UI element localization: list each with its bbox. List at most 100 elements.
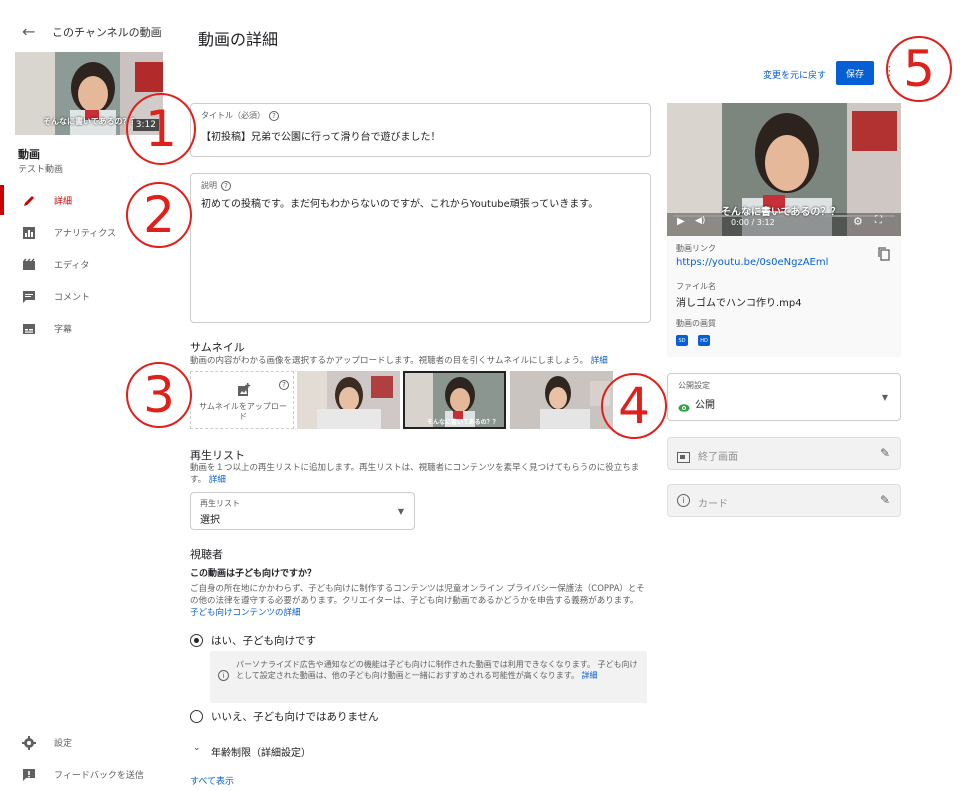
save-button[interactable]: 保存 [836,61,874,85]
sidebar-item-label: フィードバックを送信 [54,770,144,781]
copy-icon[interactable] [878,246,890,265]
sidebar-item-label: コメント [54,292,91,303]
description-input[interactable]: 初めての投稿です。まだ何もわからないのですが、これからYoutube頑張っていき… [201,195,598,210]
add-image-icon [237,382,251,401]
thumbnail-image [297,371,400,429]
sidebar-item-comments[interactable]: コメント [0,281,176,311]
revert-changes-button[interactable]: 変更を元に戻す [763,68,826,81]
kids-info-note-body: パーソナライズド広告や通知などの機能は子ども向けに制作された動画では利用できなく… [236,659,641,681]
kids-info-note: i パーソナライズド広告や通知などの機能は子ども向けに制作された動画では利用でき… [210,651,647,703]
video-link-label: 動画リンク [676,244,716,253]
info-icon: i [218,670,229,681]
help-icon[interactable]: ? [221,181,231,191]
analytics-icon [22,225,36,239]
thumbnail-learn-more-link[interactable]: 詳細 [591,356,608,366]
fullscreen-icon[interactable]: ⛶ [875,215,882,226]
volume-icon[interactable]: ◀) [695,216,705,226]
playlist-desc: 動画を１つ以上の再生リストに追加します。再生リストは、視聴者にコンテンツを素早く… [190,462,645,486]
title-field[interactable]: タイトル（必須）? 【初投稿】兄弟で公園に行って滑り台で遊びました！ [190,103,651,157]
comment-icon [22,289,36,303]
show-all-link[interactable]: すべて表示 [190,774,234,787]
audience-desc-text: ご自身の所在地にかかわらず、子ども向けに制作するコンテンツは児童オンライン プラ… [190,584,645,606]
visibility-value: 公開 [695,400,715,411]
audience-desc: ご自身の所在地にかかわらず、子ども向けに制作するコンテンツは児童オンライン プラ… [190,583,650,619]
playlist-select-label: 再生リスト [200,499,240,508]
made-for-kids-no-label[interactable]: いいえ、子ども向けではありません [211,709,379,724]
editor-icon [22,257,36,271]
age-restriction-toggle[interactable]: 年齢制限（詳細設定） [211,744,311,759]
playlist-title: 再生リスト [190,449,245,462]
hd-badge: HD [698,335,710,346]
upload-thumbnail-label: サムネイルをアップロード [199,402,287,421]
play-icon[interactable]: ▶ [677,216,685,227]
kids-note-learn-more-link[interactable]: 詳細 [582,671,598,680]
pencil-icon [22,193,36,207]
sidebar-item-settings[interactable]: 設定 [0,727,176,757]
annotation-marker-4: 4 [601,373,667,439]
chevron-down-icon: ▼ [881,393,888,402]
edit-pencil-icon[interactable]: ✎ [880,446,890,460]
video-preview-card: そんなに書いてあるの？？ ▶ ◀) 0:00 / 3:12 ⚙ ⛶ 動画リンク … [667,103,901,357]
playlist-select-value: 選択 [200,515,220,526]
video-time: 0:00 / 3:12 [731,218,775,227]
feedback-icon [22,767,36,781]
description-field[interactable]: 説明? 初めての投稿です。まだ何もわからないのですが、これからYoutube頑張… [190,173,651,323]
made-for-kids-no-radio[interactable] [190,710,203,723]
help-icon[interactable]: ? [269,111,279,121]
audience-title: 視聴者 [190,548,223,561]
help-icon[interactable]: ? [279,380,289,390]
visibility-dropdown[interactable]: 公開設定 公開 ▼ [667,373,901,421]
thumbnail-title: サムネイル [190,341,245,354]
thumbnail-image [510,371,613,429]
file-name-label: ファイル名 [676,282,716,291]
cards-label: カード [698,499,728,510]
made-for-kids-yes-radio[interactable] [190,634,203,647]
cards-button[interactable]: i カード ✎ [667,484,901,517]
playlist-learn-more-link[interactable]: 詳細 [209,475,226,485]
gear-icon[interactable]: ⚙ [853,215,863,228]
upload-thumbnail-button[interactable]: ? サムネイルをアップロード [190,371,294,429]
thumbnail-option-1[interactable] [297,371,400,429]
sidebar-item-label: 字幕 [54,324,73,335]
annotation-marker-1: 1 [126,93,196,165]
video-caption: そんなに書いてあるの？？ [721,207,841,218]
edit-pencil-icon[interactable]: ✎ [880,493,890,507]
channel-videos-link[interactable]: このチャンネルの動画 [52,24,162,40]
chevron-down-icon: ▼ [397,507,404,516]
thumbnail-option-3[interactable] [510,371,613,429]
audience-question: この動画は子ども向けですか？ [190,569,317,579]
thumbnail-desc: 動画の内容がわかる画像を選択するかアップロードします。視聴者の目を引くサムネイル… [190,355,608,367]
thumbnail-desc-text: 動画の内容がわかる画像を選択するかアップロードします。視聴者の目を引くサムネイル… [190,356,588,366]
video-link[interactable]: https://youtu.be/0s0eNgzAEml [676,257,828,268]
sidebar-item-label: 詳細 [54,196,73,207]
back-row[interactable]: ← このチャンネルの動画 [22,22,162,41]
sidebar-item-feedback[interactable]: フィードバックを送信 [0,759,176,789]
sd-badge: SD [676,335,688,346]
video-player[interactable]: そんなに書いてあるの？？ ▶ ◀) 0:00 / 3:12 ⚙ ⛶ [667,103,901,236]
end-screen-icon [677,448,690,467]
sidebar-item-subtitles[interactable]: 字幕 [0,313,176,343]
kids-content-learn-more-link[interactable]: 子ども向けコンテンツの詳細 [190,608,301,618]
end-screen-button[interactable]: 終了画面 ✎ [667,437,901,470]
thumbnail-caption: そんなに書いてあるの？？ [427,419,499,426]
page-title: 動画の詳細 [198,30,279,49]
video-label: 動画 [18,148,40,161]
annotation-marker-2: 2 [126,182,192,248]
thumbnail-caption: そんなに書いてあるの？？ [43,117,139,126]
video-title: テスト動画 [18,165,64,175]
title-input[interactable]: 【初投稿】兄弟で公園に行って滑り台で遊びました！ [201,128,441,143]
chevron-down-icon[interactable]: ⌄ [193,743,201,753]
video-quality-label: 動画の画質 [676,319,716,328]
playlist-desc-text: 動画を１つ以上の再生リストに追加します。再生リストは、視聴者にコンテンツを素早く… [190,463,640,485]
sidebar-item-label: エディタ [54,260,90,271]
back-arrow-icon[interactable]: ← [22,22,42,41]
end-screen-label: 終了画面 [698,452,738,463]
annotation-marker-3: 3 [126,362,192,428]
thumbnail-option-2-selected[interactable]: そんなに書いてあるの？？ [403,371,506,429]
made-for-kids-yes-label[interactable]: はい、子ども向けです [211,633,316,648]
sidebar-item-editor[interactable]: エディタ [0,249,176,279]
visibility-label: 公開設定 [678,381,710,390]
kids-info-note-text: パーソナライズド広告や通知などの機能は子ども向けに制作された動画では利用できなく… [236,660,638,680]
playlist-select[interactable]: 再生リスト 選択 ▼ [190,492,415,530]
sidebar-item-label: 設定 [54,738,73,749]
